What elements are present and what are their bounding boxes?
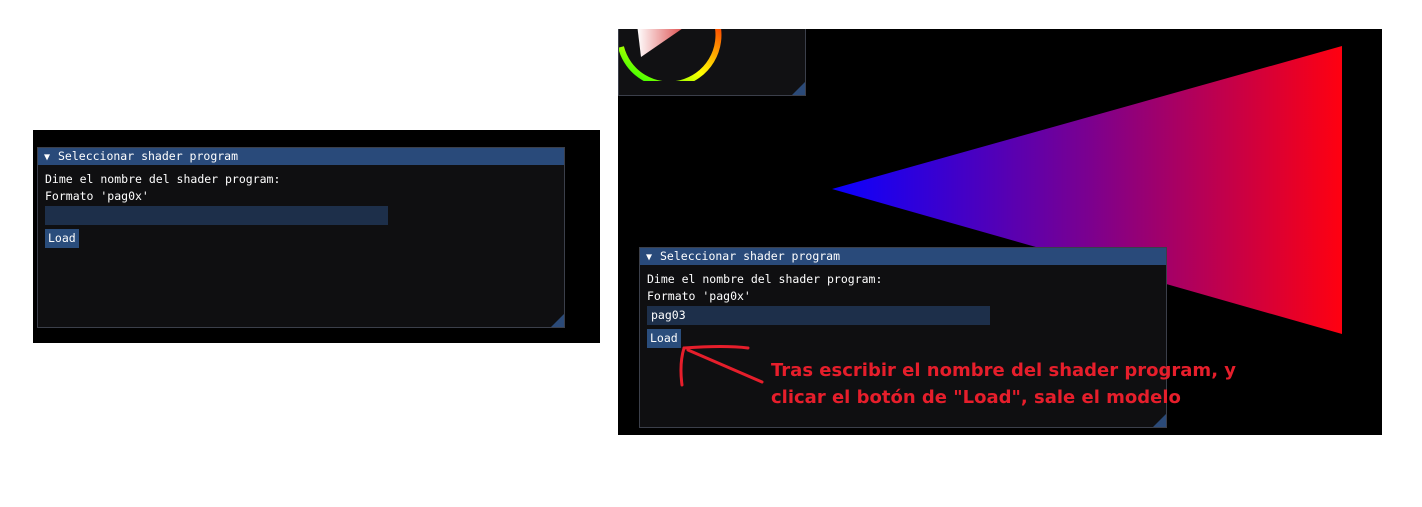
prompt-text: Dime el nombre del shader program:	[647, 272, 883, 286]
shader-name-input[interactable]: pag03	[647, 306, 990, 325]
collapse-arrow-icon[interactable]: ▼	[646, 249, 660, 266]
window-title: Seleccionar shader program	[58, 149, 239, 163]
annotation-line-2: clicar el botón de "Load", sale el model…	[771, 387, 1181, 408]
color-picker-window[interactable]	[618, 29, 806, 96]
shader-select-window-left[interactable]: ▼ Seleccionar shader program Dime el nomb…	[37, 147, 565, 328]
annotation-arrow-icon	[679, 345, 764, 387]
prompt-text: Dime el nombre del shader program:	[45, 172, 281, 186]
format-hint-text: Formato 'pag0x'	[45, 189, 149, 203]
annotation-text: Tras escribir el nombre del shader progr…	[771, 357, 1236, 411]
annotation-line-1: Tras escribir el nombre del shader progr…	[771, 360, 1237, 381]
color-wheel-icon[interactable]	[619, 29, 739, 81]
resize-grip-icon[interactable]	[792, 82, 805, 95]
shader-name-input[interactable]	[45, 206, 388, 225]
window-title-bar[interactable]: ▼ Seleccionar shader program	[640, 248, 1166, 265]
collapse-arrow-icon[interactable]: ▼	[44, 149, 58, 166]
window-title-bar[interactable]: ▼ Seleccionar shader program	[38, 148, 564, 165]
window-title: Seleccionar shader program	[660, 249, 841, 263]
load-button[interactable]: Load	[45, 229, 79, 248]
left-screenshot-panel: ▼ Seleccionar shader program Dime el nomb…	[33, 130, 600, 343]
resize-grip-icon[interactable]	[1153, 414, 1166, 427]
resize-grip-icon[interactable]	[551, 314, 564, 327]
format-hint-text: Formato 'pag0x'	[647, 289, 751, 303]
window-body: Dime el nombre del shader program: Forma…	[38, 165, 564, 248]
window-body: Dime el nombre del shader program: Forma…	[640, 265, 1166, 348]
